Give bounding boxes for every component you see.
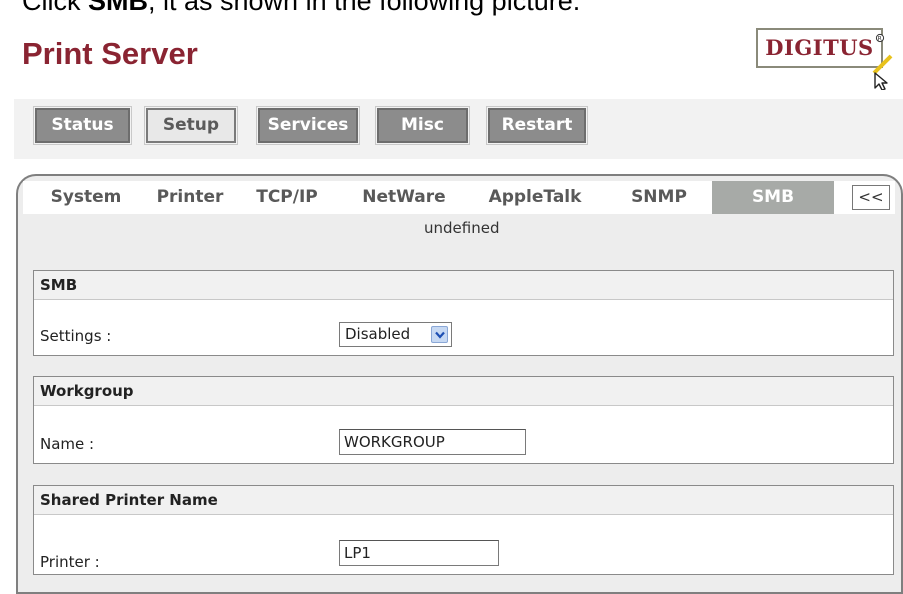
caption-suffix: , it as shown in the following picture.	[148, 0, 581, 16]
top-nav-services-button[interactable]: Services	[256, 106, 360, 145]
shared-printer-section: Shared Printer Name Printer : LP1	[33, 485, 894, 575]
tabs-back-button[interactable]: <<	[852, 185, 890, 210]
tab-printer[interactable]: Printer	[144, 181, 236, 214]
settings-select-value: Disabled	[345, 325, 411, 343]
tab-system[interactable]: System	[36, 181, 136, 214]
tab-netware[interactable]: NetWare	[352, 181, 456, 214]
tab-tcpip[interactable]: TCP/IP	[240, 181, 334, 214]
printer-label: Printer :	[40, 553, 100, 571]
svg-text:R: R	[878, 36, 882, 43]
settings-label: Settings :	[40, 327, 112, 345]
printer-name-input[interactable]: LP1	[339, 540, 499, 566]
cursor-arrow-icon: R	[872, 33, 893, 90]
caption-bold: SMB	[88, 0, 148, 16]
tab-appletalk[interactable]: AppleTalk	[475, 181, 595, 214]
shared-printer-section-title: Shared Printer Name	[34, 486, 893, 515]
caption-prefix: Click	[22, 0, 88, 16]
smb-section-title: SMB	[34, 271, 893, 300]
status-text: undefined	[424, 219, 500, 237]
top-nav-misc-button[interactable]: Misc	[375, 106, 470, 145]
top-nav-setup-button[interactable]: Setup	[144, 106, 238, 145]
tab-smb[interactable]: SMB	[712, 181, 834, 214]
chevron-down-icon[interactable]	[431, 326, 448, 343]
top-nav-restart-button[interactable]: Restart	[486, 106, 588, 145]
page-title: Print Server	[22, 36, 198, 71]
brand-logo: DIGITUS R	[756, 28, 896, 90]
instruction-caption: Click SMB, it as shown in the following …	[22, 0, 580, 17]
workgroup-name-input[interactable]: WORKGROUP	[339, 429, 526, 455]
settings-select[interactable]: Disabled	[339, 322, 452, 347]
smb-section: SMB Settings : Disabled	[33, 270, 894, 356]
workgroup-name-label: Name :	[40, 435, 95, 453]
workgroup-section-title: Workgroup	[34, 377, 893, 406]
tab-snmp[interactable]: SNMP	[617, 181, 701, 214]
top-nav-status-button[interactable]: Status	[33, 106, 132, 145]
workgroup-section: Workgroup Name : WORKGROUP	[33, 376, 894, 464]
